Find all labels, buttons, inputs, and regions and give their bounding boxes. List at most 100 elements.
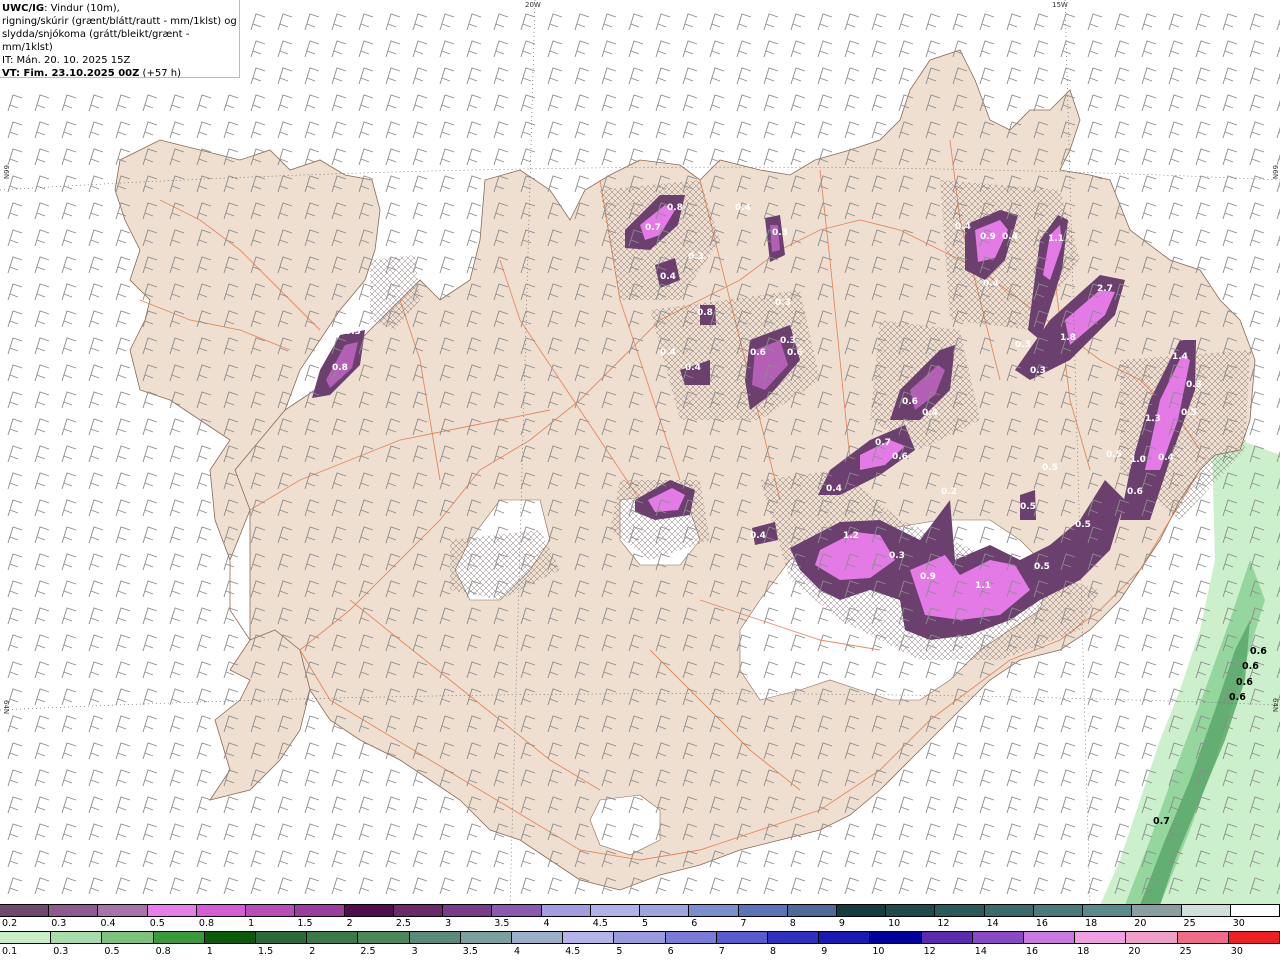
- legend-tick-label: 0.3: [51, 918, 67, 929]
- legend-tick-label: 1: [248, 918, 255, 929]
- snow-amount-label: 0.3: [775, 298, 791, 308]
- snow-amount-label: 0.4: [685, 363, 701, 373]
- legend-swatch: [541, 905, 591, 916]
- legend-swatch: [51, 932, 103, 943]
- legend-swatch: [196, 905, 247, 916]
- legend-swatch: [147, 905, 197, 916]
- snow-amount-label: 0.3: [1186, 380, 1202, 390]
- legend-tick-label: 8: [789, 918, 796, 929]
- legend-swatch: [1033, 905, 1084, 916]
- snow-amount-label: 0.3: [1015, 340, 1031, 350]
- legend-swatch: [1228, 932, 1280, 943]
- legend-tick-label: 5: [642, 918, 649, 929]
- legend-swatch: [1126, 932, 1178, 943]
- snow-amount-label: 0.5: [1181, 408, 1197, 418]
- legend-swatch: [0, 932, 52, 943]
- legend-tick-label: 3: [411, 946, 418, 957]
- snow-amount-label: 0.4: [660, 272, 676, 282]
- legend-swatch: [972, 932, 1025, 943]
- legend-swatch: [512, 932, 564, 943]
- legend-tick-label: 25: [1183, 918, 1196, 929]
- legend-swatch: [358, 932, 410, 943]
- snow-amount-label: 0.4: [826, 484, 842, 494]
- legend-swatch: [738, 905, 788, 916]
- rain-amount-label: 0.6: [1229, 692, 1246, 703]
- snow-amount-label: 0.5: [1106, 450, 1122, 460]
- snow-amount-label: 0.7: [875, 438, 891, 448]
- snow-amount-label: 0.6: [902, 397, 918, 407]
- snow-amount-label: 0.4: [983, 279, 999, 289]
- weather-map: UWC/IG: Vindur (10m), rigning/skúrir (gr…: [0, 0, 1280, 960]
- snow-amount-label: 0.4: [1158, 453, 1174, 463]
- legend-swatch: [344, 905, 394, 916]
- snow-amount-label: 0.5: [1020, 502, 1036, 512]
- lat-label-left-64n: 64N: [2, 700, 10, 715]
- model-name: UWC/IG: [2, 3, 45, 14]
- legend-tick-label: 10: [872, 946, 885, 957]
- legend-snow-labels: 0.2 0.3 0.4 0.5 0.8 1 1.5 2 2.5 3 3.5 4 4.5 5 6 7 8 9 10 12…: [0, 918, 1280, 931]
- forecast-hour: (+57 h): [139, 68, 181, 79]
- rain-amount-label: 0.6: [1236, 677, 1253, 688]
- snow-amount-label: 1.1: [975, 581, 991, 591]
- legend-tick-label: 4: [514, 946, 521, 957]
- legend-tick-label: 20: [1128, 946, 1141, 957]
- legend-swatch: [1024, 932, 1076, 943]
- legend-swatch: [1177, 932, 1229, 943]
- legend-swatch: [921, 932, 973, 943]
- snow-amount-label: 0.9: [980, 232, 996, 242]
- legend-swatch: [563, 932, 615, 943]
- snow-amount-label: 0.6: [787, 348, 803, 358]
- legend-tick-label: 9: [821, 946, 828, 957]
- snow-amount-label: 0.8: [332, 363, 348, 373]
- lat-label-left-66n: 66N: [2, 165, 10, 180]
- snow-amount-label: 0.5: [1034, 562, 1050, 572]
- legend-swatch: [1181, 905, 1231, 916]
- snow-amount-label: 2.7: [1097, 284, 1113, 294]
- legend-swatch: [1075, 932, 1127, 943]
- legend-swatch: [49, 905, 99, 916]
- legend-swatch: [0, 905, 50, 916]
- snow-amount-label: 0.5: [1075, 520, 1091, 530]
- title-line-3: slydda/snjókoma (grátt/bleikt/grænt - mm…: [2, 29, 190, 53]
- legend-swatch: [1230, 905, 1280, 916]
- snow-amount-label: 0.4: [750, 531, 766, 541]
- lat-label-right-66n: 66N: [1271, 165, 1279, 180]
- snow-amount-label: 0.3: [889, 551, 905, 561]
- legend-tick-label: 0.1: [2, 946, 18, 957]
- legend-swatch: [460, 932, 513, 943]
- rain-amount-label: 0.7: [1153, 816, 1170, 827]
- legend-tick-label: 2: [346, 918, 353, 929]
- legend-swatch: [1083, 905, 1133, 916]
- legend-tick-label: 20: [1134, 918, 1147, 929]
- snow-amount-label: 0.7: [645, 223, 661, 233]
- snow-amount-label: 1.3: [1145, 414, 1161, 424]
- legend-swatch: [836, 905, 887, 916]
- legend-snow-bar: [0, 904, 1280, 917]
- legend-swatch: [886, 905, 936, 916]
- legend-tick-label: 8: [770, 946, 777, 957]
- lon-label-15w: 15W: [1052, 1, 1068, 9]
- legend-tick-label: 6: [691, 918, 698, 929]
- legend-swatch: [689, 905, 739, 916]
- snow-amount-label: 0.3: [688, 252, 704, 262]
- snow-amount-label: 1.1: [1048, 234, 1064, 244]
- legend-swatch: [787, 905, 837, 916]
- valid-time: VT: Fim. 23.10.2025 00Z (+57 h): [2, 67, 239, 80]
- legend-tick-label: 1.5: [258, 946, 274, 957]
- legend-swatch: [614, 932, 666, 943]
- legend-tick-label: 16: [1026, 946, 1039, 957]
- snow-amount-label: 0.3: [1030, 366, 1046, 376]
- legend-tick-label: 7: [740, 918, 747, 929]
- legend-swatch: [443, 905, 493, 916]
- legend-tick-label: 3.5: [462, 946, 478, 957]
- snow-amount-label: 0.4: [955, 222, 971, 232]
- legend-tick-label: 5: [616, 946, 623, 957]
- legend-tick-label: 14: [986, 918, 999, 929]
- legend-tick-label: 1: [206, 946, 213, 957]
- snow-amount-label: 0.4: [735, 203, 751, 213]
- legend-tick-label: 12: [923, 946, 936, 957]
- lon-label-20w: 20W: [525, 1, 541, 9]
- legend-rain-labels: 0.1 0.3 0.5 0.8 1 1.5 2 2.5 3 3.5 4 4.5 5 6 7 8 9 10 12 14 1…: [0, 946, 1280, 959]
- legend-tick-label: 2.5: [360, 946, 376, 957]
- legend-tick-label: 10: [888, 918, 901, 929]
